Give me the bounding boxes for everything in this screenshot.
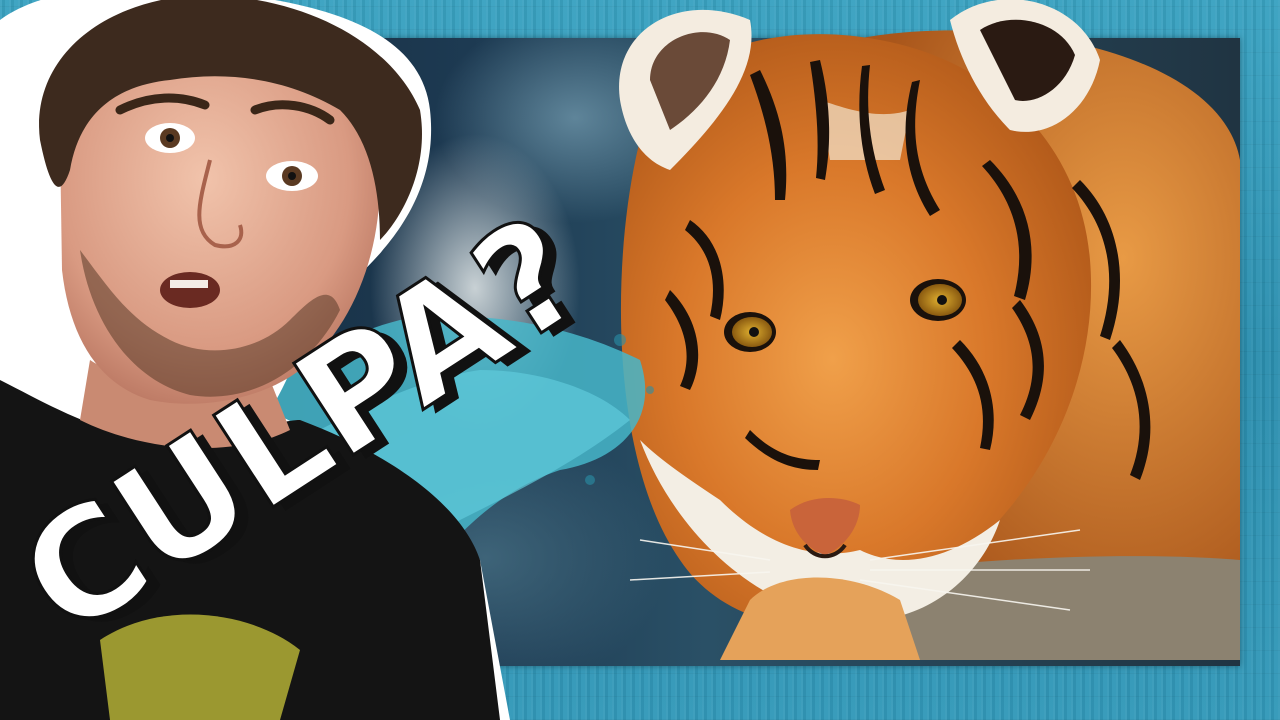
person-image [0,0,510,720]
